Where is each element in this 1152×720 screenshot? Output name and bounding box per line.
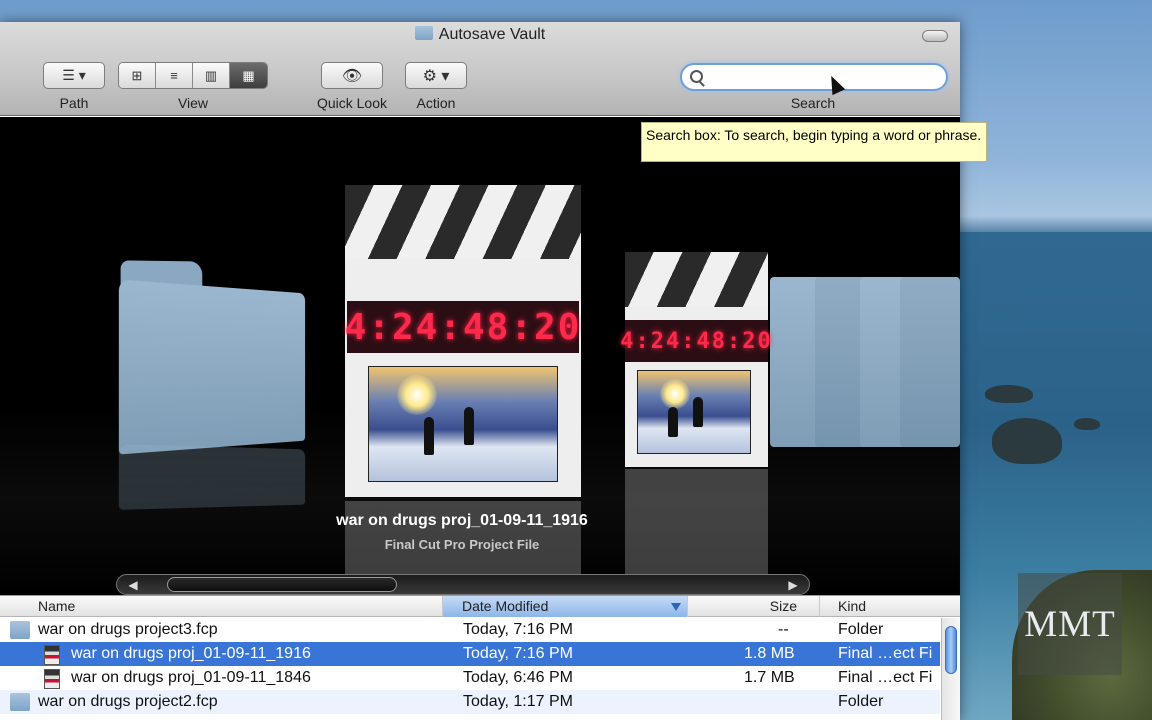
clapper-icon bbox=[345, 185, 581, 259]
climber-figure bbox=[464, 407, 474, 445]
window-title-text: Autosave Vault bbox=[438, 26, 546, 43]
folder-icon bbox=[10, 693, 30, 711]
column-size-label: Size bbox=[769, 598, 797, 614]
path-label: Path bbox=[59, 95, 89, 111]
coverflow-item-secondary[interactable]: 4:24:48:20 bbox=[620, 252, 771, 467]
row-date: Today, 7:16 PM bbox=[463, 645, 573, 662]
list-view-button[interactable]: ≡ bbox=[156, 63, 193, 88]
view-label: View bbox=[177, 95, 209, 111]
search-icon bbox=[690, 70, 703, 83]
table-row[interactable]: war on drugs proj_01-09-11_1916 Today, 7… bbox=[0, 642, 940, 666]
search-tooltip: Search box: To search, begin typing a wo… bbox=[641, 122, 987, 162]
clapper-icon bbox=[625, 252, 768, 307]
desktop-rock bbox=[992, 418, 1062, 464]
coverflow-view[interactable]: 4:24:48:20 4:24:48:20 war on drugs proj_… bbox=[0, 117, 960, 595]
table-row[interactable]: war on drugs project3.fcp Today, 7:16 PM… bbox=[0, 618, 940, 642]
row-name: war on drugs project2.fcp bbox=[38, 693, 218, 710]
row-size: 1.7 MB bbox=[744, 669, 795, 686]
column-date-label: Date Modified bbox=[462, 598, 549, 614]
path-icon: ☰ ▾ bbox=[62, 67, 86, 83]
climber-figure bbox=[693, 397, 703, 427]
coverflow-folder-right[interactable] bbox=[900, 277, 960, 447]
coverflow-item-name: war on drugs proj_01-09-11_1916 bbox=[336, 512, 588, 529]
quicklook-label: Quick Look bbox=[316, 95, 388, 111]
file-list: war on drugs project3.fcp Today, 7:16 PM… bbox=[0, 618, 940, 714]
timecode-display: 4:24:48:20 bbox=[345, 301, 579, 353]
sort-descending-icon bbox=[671, 603, 681, 611]
sun-glare bbox=[397, 375, 437, 415]
coverflow-folder-left[interactable] bbox=[118, 279, 306, 455]
row-size: 1.8 MB bbox=[744, 645, 795, 662]
preview-thumbnail bbox=[368, 366, 558, 482]
window-title: Autosave Vault bbox=[0, 26, 960, 44]
scroll-left-arrow[interactable]: ◀ bbox=[121, 576, 145, 593]
action-button[interactable]: ⚙ ▾ bbox=[405, 62, 467, 89]
coverflow-item-selected[interactable]: 4:24:48:20 bbox=[345, 185, 581, 497]
climber-figure bbox=[668, 407, 678, 437]
desktop-rock bbox=[1074, 418, 1100, 430]
timecode-display: 4:24:48:20 bbox=[620, 320, 771, 362]
path-button[interactable]: ☰ ▾ bbox=[43, 62, 105, 89]
search-label: Search bbox=[790, 95, 836, 111]
coverflow-scroll-thumb[interactable] bbox=[167, 577, 397, 592]
column-header-date[interactable]: Date Modified bbox=[443, 596, 688, 617]
table-row[interactable]: war on drugs project2.fcp Today, 1:17 PM… bbox=[0, 690, 940, 714]
column-header-kind[interactable]: Kind bbox=[820, 596, 960, 617]
row-date: Today, 1:17 PM bbox=[463, 693, 573, 710]
coverflow-scrollbar[interactable]: ◀ ▶ bbox=[116, 574, 810, 595]
scroll-right-arrow[interactable]: ▶ bbox=[781, 576, 805, 593]
coverflow-view-button[interactable]: ▦ bbox=[230, 63, 267, 88]
column-header-name[interactable]: Name bbox=[0, 596, 443, 617]
grid-icon: ⊞ bbox=[131, 67, 143, 83]
watermark-logo: MMT bbox=[1018, 573, 1122, 675]
row-kind: Folder bbox=[838, 693, 884, 710]
row-name: war on drugs proj_01-09-11_1916 bbox=[71, 645, 311, 662]
list-header: Name Date Modified Size Kind bbox=[0, 595, 960, 617]
toolbar-toggle-button[interactable] bbox=[922, 30, 948, 42]
action-label: Action bbox=[416, 95, 456, 111]
row-size: -- bbox=[778, 621, 789, 638]
climber-figure bbox=[424, 417, 434, 455]
folder-icon bbox=[414, 26, 433, 40]
row-date: Today, 7:16 PM bbox=[463, 621, 573, 638]
list-icon: ≡ bbox=[170, 68, 178, 83]
view-segmented-control: ⊞ ≡ ▥ ▦ bbox=[118, 62, 268, 89]
table-row[interactable]: war on drugs proj_01-09-11_1846 Today, 6… bbox=[0, 666, 940, 690]
column-kind-label: Kind bbox=[838, 598, 867, 614]
column-view-button[interactable]: ▥ bbox=[193, 63, 230, 88]
preview-thumbnail bbox=[637, 370, 751, 454]
search-field[interactable] bbox=[680, 63, 948, 91]
column-name-label: Name bbox=[38, 598, 76, 614]
folder-icon bbox=[10, 621, 30, 639]
gear-icon: ⚙ ▾ bbox=[422, 67, 450, 85]
row-name: war on drugs proj_01-09-11_1846 bbox=[71, 669, 311, 686]
row-name: war on drugs project3.fcp bbox=[38, 621, 218, 638]
row-kind: Final …ect Fi bbox=[838, 669, 933, 686]
columns-icon: ▥ bbox=[204, 67, 218, 83]
folder-reflection bbox=[118, 444, 306, 510]
row-date: Today, 6:46 PM bbox=[463, 669, 573, 686]
fcp-file-icon bbox=[44, 645, 60, 665]
coverflow-icon: ▦ bbox=[242, 67, 255, 83]
fcp-file-icon bbox=[44, 669, 60, 689]
list-vertical-scrollbar[interactable] bbox=[941, 618, 960, 720]
quicklook-button[interactable]: 👁 bbox=[321, 62, 383, 89]
sun-glare bbox=[660, 379, 690, 409]
list-scroll-thumb[interactable] bbox=[945, 626, 957, 674]
row-kind: Folder bbox=[838, 621, 884, 638]
icon-view-button[interactable]: ⊞ bbox=[119, 63, 156, 88]
coverflow-item-kind: Final Cut Pro Project File bbox=[384, 537, 540, 552]
eye-icon: 👁 bbox=[341, 67, 363, 85]
desktop-rock bbox=[985, 385, 1033, 403]
column-header-size[interactable]: Size bbox=[688, 596, 820, 617]
search-input[interactable] bbox=[712, 68, 937, 86]
row-kind: Final …ect Fi bbox=[838, 645, 933, 662]
toolbar: Autosave Vault ☰ ▾ Path ⊞ ≡ ▥ ▦ View 👁 Q… bbox=[0, 22, 960, 116]
